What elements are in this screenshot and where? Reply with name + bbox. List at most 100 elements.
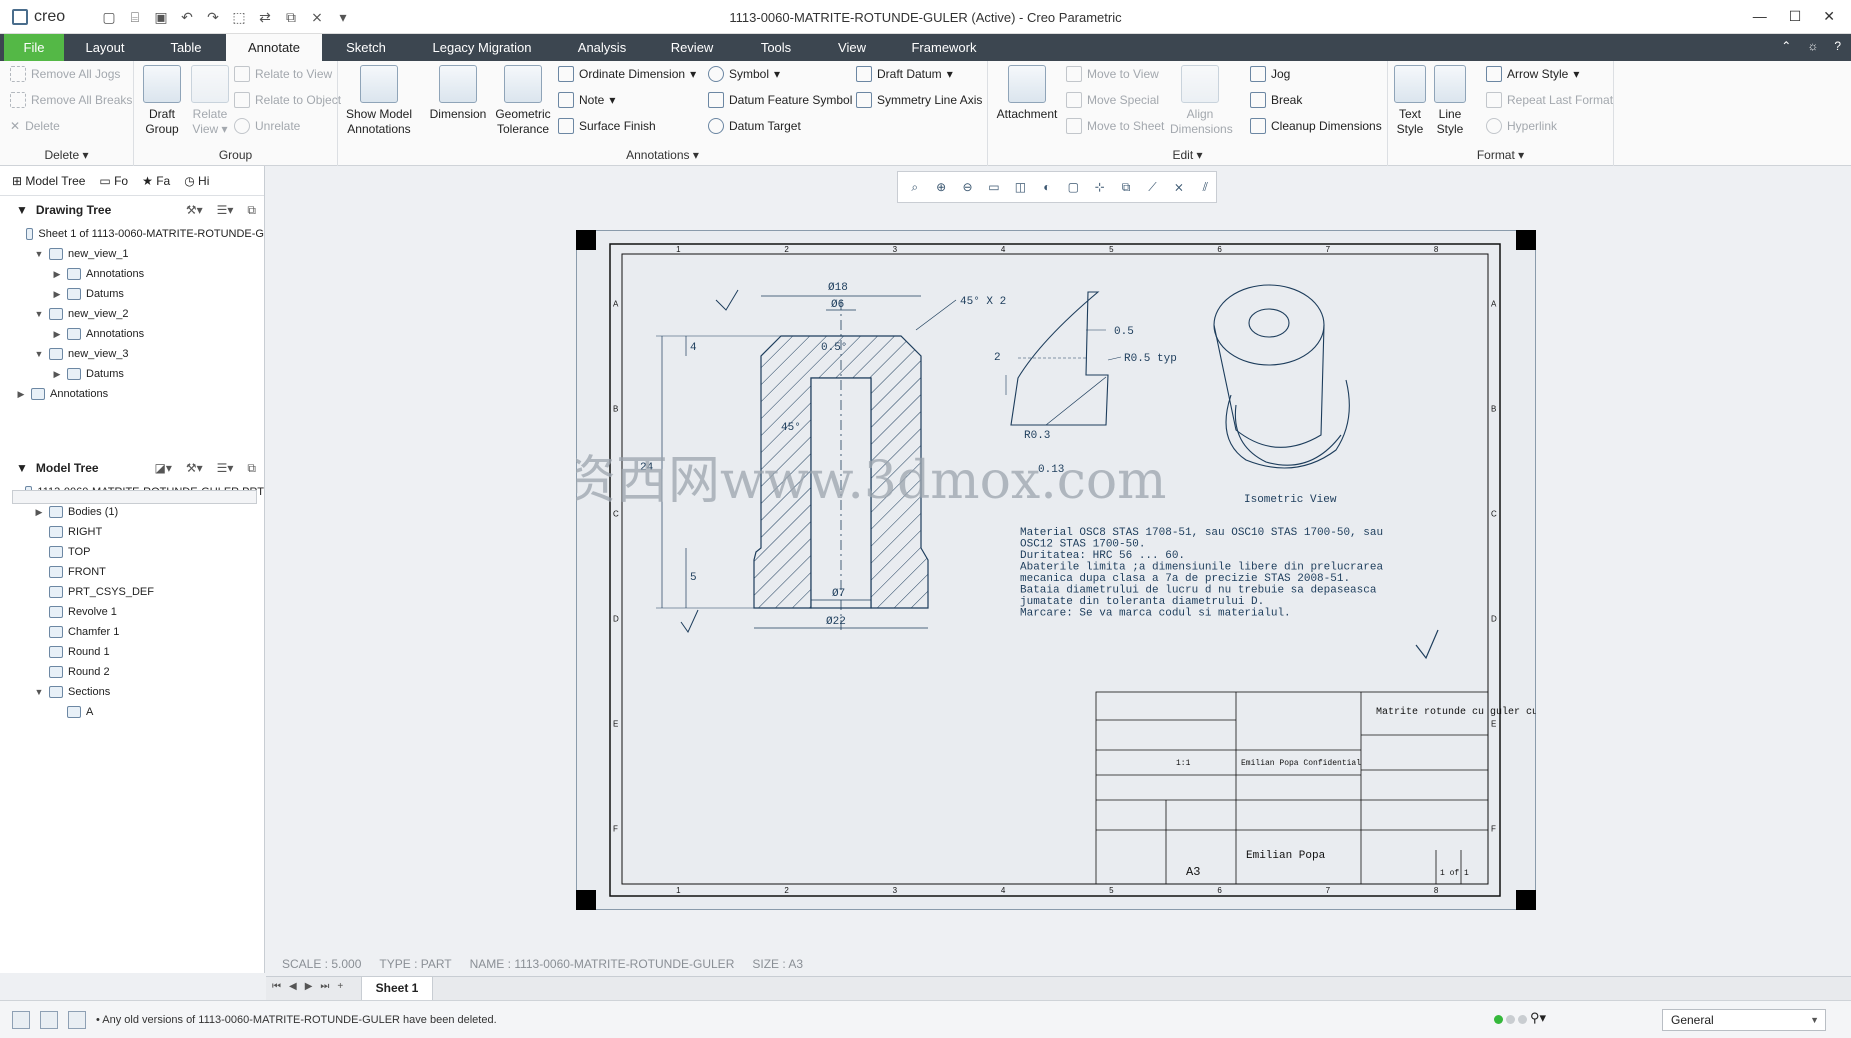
tree-item[interactable]: ▼ new_view_2: [0, 304, 264, 324]
line-style-button[interactable]: Line Style: [1432, 65, 1468, 137]
expand-arrow-icon[interactable]: ▼: [34, 682, 44, 702]
relate-view-button[interactable]: Relate View ▾: [188, 65, 232, 137]
relate-to-object[interactable]: Relate to Object: [234, 89, 341, 111]
ordinate-dimension[interactable]: Ordinate Dimension ▾: [558, 63, 696, 85]
tree-item[interactable]: ▶ Bodies (1): [0, 502, 264, 522]
view-tool-icon[interactable]: ⨯: [1168, 176, 1189, 198]
expand-arrow-icon[interactable]: ▼: [34, 244, 44, 264]
tab-annotate[interactable]: Annotate: [226, 34, 322, 61]
group-label-edit[interactable]: Edit ▾: [988, 148, 1387, 162]
draft-datum-button[interactable]: Draft Datum ▾: [856, 63, 953, 85]
settings-icon[interactable]: ☼: [1807, 39, 1818, 53]
add-sheet-button[interactable]: +: [337, 981, 343, 992]
drawing-tree-scrollbar[interactable]: [12, 490, 257, 504]
tab-framework[interactable]: Framework: [900, 34, 988, 61]
tab-table[interactable]: Table: [160, 34, 212, 61]
tree-settings-icon[interactable]: ⚒▾: [186, 203, 203, 218]
group-label-delete[interactable]: Delete ▾: [0, 148, 133, 162]
prev-sheet-icon[interactable]: ◀: [289, 981, 297, 992]
tab-folder-browser[interactable]: ▭ Fo: [99, 174, 128, 188]
tree-item[interactable]: TOP: [0, 542, 264, 562]
group-label-annotations[interactable]: Annotations ▾: [338, 148, 987, 162]
tree-filter-icon[interactable]: ⧉: [247, 203, 256, 218]
tab-review[interactable]: Review: [660, 34, 724, 61]
find-icon[interactable]: ⚲▾: [1530, 1010, 1560, 1030]
jog-button[interactable]: Jog: [1250, 63, 1290, 85]
view-tool-icon[interactable]: ▢: [1063, 176, 1084, 198]
view-tool-icon[interactable]: ⊖: [957, 176, 978, 198]
datum-target-button[interactable]: Datum Target: [708, 115, 801, 137]
view-tool-icon[interactable]: ⊹: [1089, 176, 1110, 198]
remove-all-breaks[interactable]: Remove All Breaks: [10, 89, 132, 111]
expand-arrow-icon[interactable]: ▼: [34, 344, 44, 364]
delete-button[interactable]: ✕ Delete: [10, 115, 60, 137]
tree-item[interactable]: Chamfer 1: [0, 622, 264, 642]
tree-item[interactable]: ▶ Annotations: [0, 324, 264, 344]
tree-item[interactable]: ▼ Sections: [0, 682, 264, 702]
tree-item[interactable]: Revolve 1: [0, 602, 264, 622]
note-button[interactable]: Note ▾: [558, 89, 615, 111]
tab-legacy-migration[interactable]: Legacy Migration: [420, 34, 544, 61]
text-style-button[interactable]: Text Style: [1392, 65, 1428, 137]
break-button[interactable]: Break: [1250, 89, 1302, 111]
close-button[interactable]: ✕: [1823, 8, 1835, 25]
show-navigator-icon[interactable]: [12, 1011, 30, 1029]
dimension-button[interactable]: Dimension: [428, 65, 488, 122]
tree-item[interactable]: ▶ Annotations: [0, 264, 264, 284]
datum-feature-symbol-button[interactable]: Datum Feature Symbol: [708, 89, 852, 111]
tab-layout[interactable]: Layout: [74, 34, 136, 61]
view-tool-icon[interactable]: ◫: [1010, 176, 1031, 198]
tree-item[interactable]: RIGHT: [0, 522, 264, 542]
arrow-style-button[interactable]: Arrow Style ▾: [1486, 63, 1579, 85]
show-model-annotations-button[interactable]: Show Model Annotations: [344, 65, 414, 137]
expand-arrow-icon[interactable]: ▶: [16, 384, 26, 404]
tree-item[interactable]: Sheet 1 of 1113-0060-MATRITE-ROTUNDE-G: [0, 224, 264, 244]
tab-favorites[interactable]: ★ Fa: [142, 174, 170, 188]
align-dimensions-button[interactable]: Align Dimensions: [1170, 65, 1233, 137]
tab-file[interactable]: File: [4, 34, 64, 61]
cleanup-dimensions-button[interactable]: Cleanup Dimensions: [1250, 115, 1382, 137]
next-sheet-icon[interactable]: ▶: [305, 981, 313, 992]
tree-item[interactable]: ▼ new_view_3: [0, 344, 264, 364]
move-special[interactable]: Move Special: [1066, 89, 1159, 111]
tree-columns-icon[interactable]: ☰▾: [217, 461, 234, 476]
expand-arrow-icon[interactable]: ▶: [52, 284, 62, 304]
attachment-button[interactable]: Attachment: [992, 65, 1062, 122]
view-tool-icon[interactable]: ⌕: [904, 176, 925, 198]
relate-to-view[interactable]: Relate to View: [234, 63, 332, 85]
draft-group-button[interactable]: Draft Group: [140, 65, 184, 137]
view-tool-icon[interactable]: ⫽: [1195, 176, 1216, 198]
unrelate[interactable]: Unrelate: [234, 115, 300, 137]
tab-tools[interactable]: Tools: [748, 34, 804, 61]
tree-item[interactable]: PRT_CSYS_DEF: [0, 582, 264, 602]
selection-filter[interactable]: General ▼: [1662, 1009, 1826, 1031]
repeat-last-format[interactable]: Repeat Last Format: [1486, 89, 1613, 111]
view-tool-icon[interactable]: ⊕: [930, 176, 951, 198]
view-tool-icon[interactable]: ⟋: [1142, 176, 1163, 198]
geometric-tolerance-button[interactable]: Geometric Tolerance: [492, 65, 554, 137]
tab-model-tree[interactable]: ⊞ Model Tree: [12, 174, 85, 188]
full-screen-icon[interactable]: [68, 1011, 86, 1029]
minimize-button[interactable]: —: [1753, 8, 1767, 25]
tab-history[interactable]: ◷ Hi: [184, 174, 209, 188]
first-sheet-icon[interactable]: ⏮: [272, 981, 281, 992]
tree-item[interactable]: Round 2: [0, 662, 264, 682]
remove-all-jogs[interactable]: Remove All Jogs: [10, 63, 120, 85]
collapse-arrow-icon[interactable]: ▼: [16, 461, 28, 475]
tree-item[interactable]: ▶ Datums: [0, 364, 264, 384]
tree-view-icon[interactable]: ◪▾: [154, 461, 171, 476]
tree-item[interactable]: ▶ Annotations: [0, 384, 264, 404]
symmetry-line-axis-button[interactable]: Symmetry Line Axis: [856, 89, 982, 111]
tree-item[interactable]: ▶ Datums: [0, 284, 264, 304]
move-to-view[interactable]: Move to View: [1066, 63, 1159, 85]
tree-item[interactable]: ▼ new_view_1: [0, 244, 264, 264]
tree-settings-icon[interactable]: ⚒▾: [186, 461, 203, 476]
view-tool-icon[interactable]: ▭: [983, 176, 1004, 198]
show-browser-icon[interactable]: [40, 1011, 58, 1029]
view-tool-icon[interactable]: ⧉: [1115, 176, 1136, 198]
symbol-button[interactable]: Symbol ▾: [708, 63, 780, 85]
view-tool-icon[interactable]: ◐: [1036, 176, 1057, 198]
tree-item[interactable]: Round 1: [0, 642, 264, 662]
move-to-sheet[interactable]: Move to Sheet: [1066, 115, 1164, 137]
drawing-sheet[interactable]: 1122334455667788A AB BC CD DE EF F Ø18 Ø6 45° …: [576, 230, 1536, 910]
